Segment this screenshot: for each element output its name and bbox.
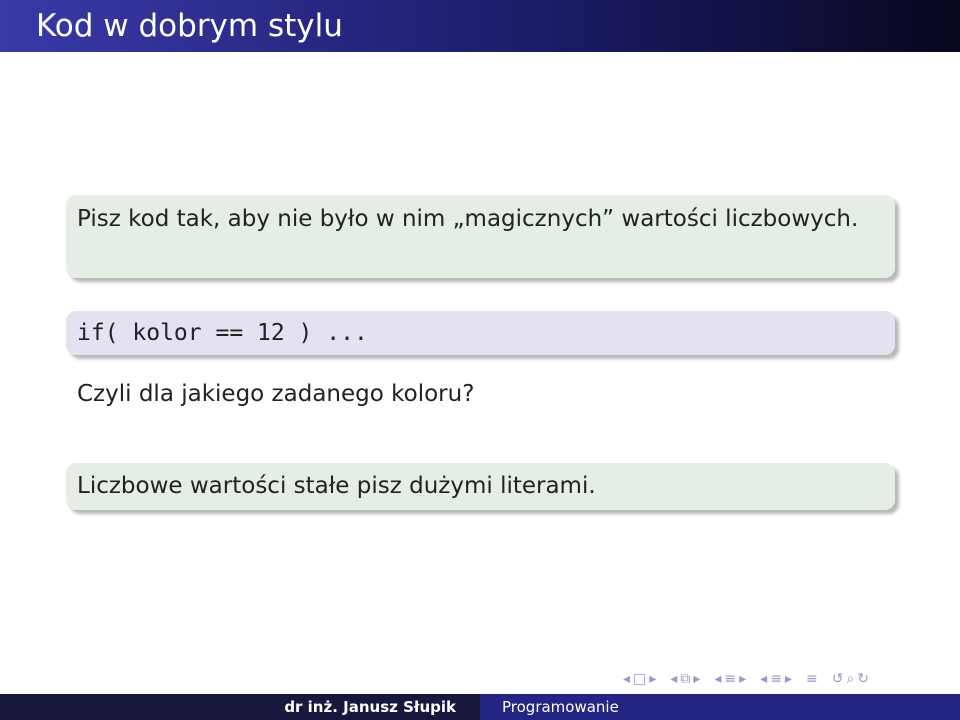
nav-search-icon[interactable]: ⌕	[846, 671, 854, 687]
info-block-magic-numbers: Pisz kod tak, aby nie było w nim „magicz…	[66, 195, 895, 278]
nav-next-slide-icon[interactable]: ▸	[693, 671, 700, 687]
footer-author: dr inż. Janusz Słupik	[284, 698, 456, 716]
block-text: Pisz kod tak, aby nie było w nim „magicz…	[77, 206, 859, 232]
footer-course-panel: Programowanie	[480, 694, 960, 720]
nav-forward-icon[interactable]: ↻	[857, 671, 869, 687]
nav-next-frame-icon[interactable]: ▸	[649, 671, 656, 687]
footer-course: Programowanie	[502, 698, 619, 716]
nav-prev-slide-icon[interactable]: ◂	[670, 671, 677, 687]
nav-prev-subsection-icon[interactable]: ◂	[760, 671, 767, 687]
block-text: Liczbowe wartości stałe pisz dużymi lite…	[77, 473, 596, 499]
navigation-bar: ◂ □ ▸ ◂ ⧉ ▸ ◂ ≡ ▸ ◂ ≡ ▸ ≡ ↺ ⌕ ↻	[623, 668, 872, 690]
nav-prev-frame-icon[interactable]: ◂	[623, 671, 630, 687]
nav-subsection-icon[interactable]: ≡	[770, 671, 782, 687]
nav-section-icon[interactable]: ≡	[724, 671, 736, 687]
nav-back-icon[interactable]: ↺	[832, 671, 844, 687]
code-block: if( kolor == 12 ) ...	[66, 311, 895, 355]
footer-author-panel: dr inż. Janusz Słupik	[0, 694, 480, 720]
nav-slides-icon[interactable]: ⧉	[680, 671, 690, 687]
nav-frame-icon[interactable]: □	[633, 671, 646, 687]
title-bar: Kod w dobrym stylu	[0, 0, 960, 52]
info-block-constants: Liczbowe wartości stałe pisz dużymi lite…	[66, 463, 895, 510]
nav-prev-section-icon[interactable]: ◂	[714, 671, 721, 687]
nav-next-section-icon[interactable]: ▸	[739, 671, 746, 687]
footer: dr inż. Janusz Słupik Programowanie	[0, 694, 960, 720]
nav-next-subsection-icon[interactable]: ▸	[785, 671, 792, 687]
question-text: Czyli dla jakiego zadanego koloru?	[77, 381, 475, 407]
nav-align-icon[interactable]: ≡	[806, 671, 818, 687]
slide-title: Kod w dobrym stylu	[36, 8, 343, 44]
code-text: if( kolor == 12 ) ...	[77, 320, 368, 346]
